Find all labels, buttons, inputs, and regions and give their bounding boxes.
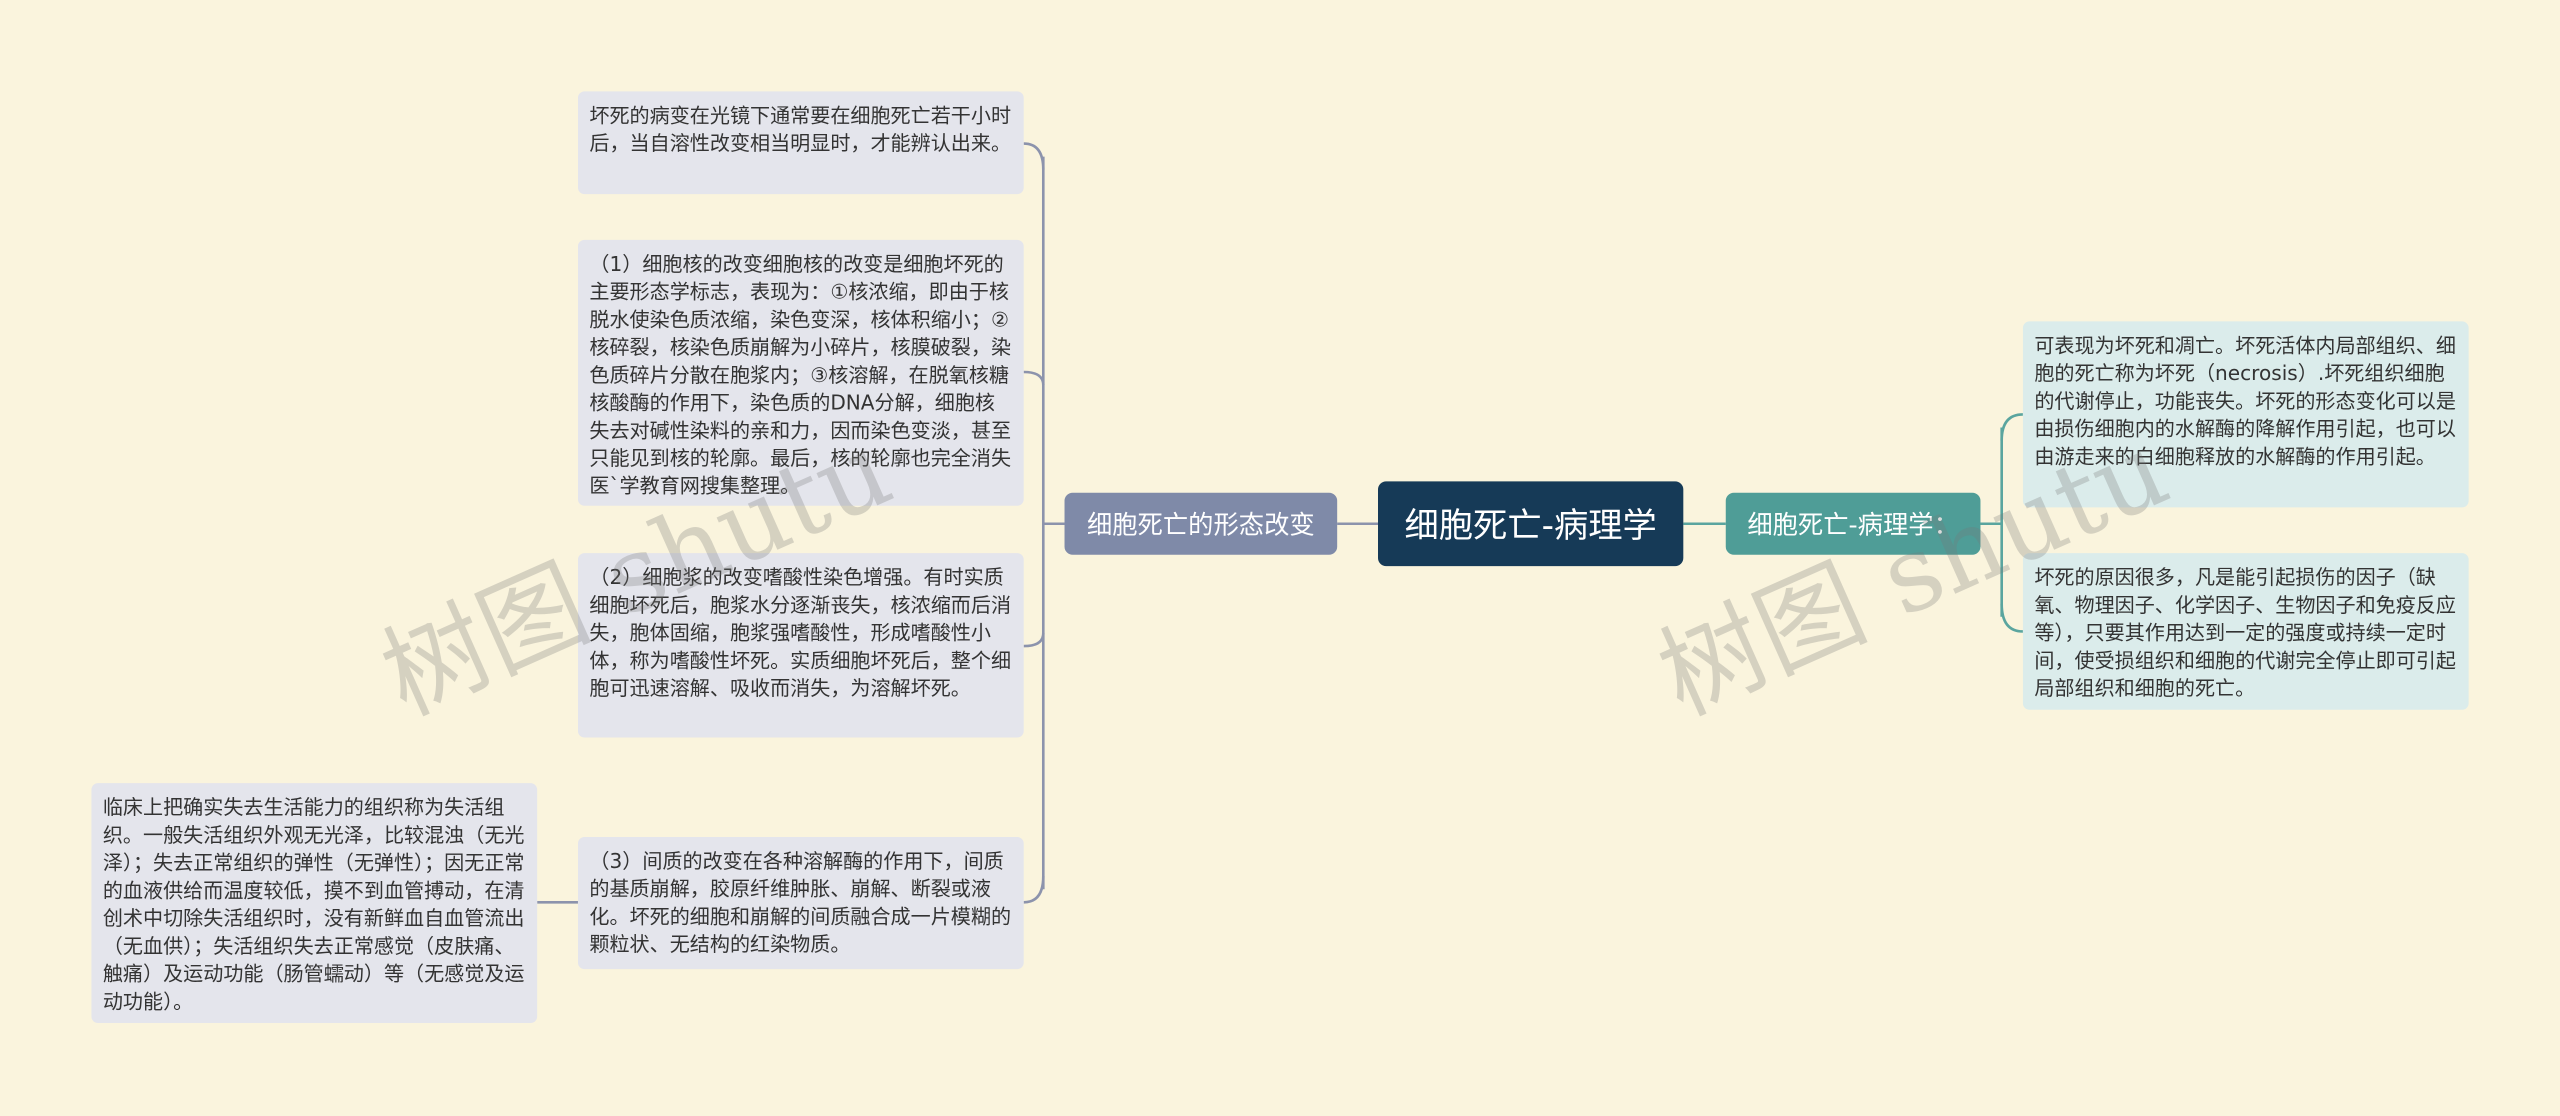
leaf-text: （3）间质的改变在各种溶解酶的作用下，间质的基质崩解，胶原纤维肿胀、崩解、断裂或… (589, 850, 1012, 957)
branch-node-morphology[interactable]: 细胞死亡的形态改变 (1064, 492, 1338, 555)
link-left-child-2 (1023, 370, 1045, 386)
root-node[interactable]: 细胞死亡-病理学 (1377, 481, 1684, 567)
leaf-text: （1）细胞核的改变细胞核的改变是细胞坏死的主要形态学标志，表现为：①核浓缩，即由… (589, 252, 1012, 498)
link-right-child-1 (2000, 413, 2023, 441)
branch-label-morphology: 细胞死亡的形态改变 (1086, 510, 1315, 541)
link-left-trunk (1041, 156, 1065, 890)
link-right-child-2 (2000, 603, 2023, 633)
leaf-node-necrosis-causes[interactable]: 坏死的原因很多，凡是能引起损伤的因子（缺氧、物理因子、化学因子、生物因子和免疫反… (2022, 553, 2469, 710)
leaf-text: 坏死的原因很多，凡是能引起损伤的因子（缺氧、物理因子、化学因子、生物因子和免疫反… (2034, 566, 2456, 700)
leaf-node-cytoplasm-change[interactable]: （2）细胞浆的改变嗜酸性染色增强。有时实质细胞坏死后，胞浆水分逐渐丧失，核浓缩而… (577, 553, 1024, 738)
link-left-child-4 (1023, 876, 1045, 904)
leaf-node-necrosis-definition[interactable]: 可表现为坏死和凋亡。坏死活体内局部组织、细胞的死亡称为坏死（necrosis）.… (2022, 321, 2469, 508)
leaf-text: 临床上把确实失去生活能力的组织称为失活组织。一般失活组织外观无光泽，比较混浊（无… (102, 796, 525, 1014)
leaf-text: 可表现为坏死和凋亡。坏死活体内局部组织、细胞的死亡称为坏死（necrosis）.… (2034, 334, 2456, 469)
branch-node-pathology[interactable]: 细胞死亡-病理学： (1725, 492, 1981, 555)
root-title: 细胞死亡-病理学 (1404, 505, 1657, 545)
leaf-node-devitalized-tissue[interactable]: 临床上把确实失去生活能力的组织称为失活组织。一般失活组织外观无光泽，比较混浊（无… (91, 783, 538, 1024)
leaf-text: （2）细胞浆的改变嗜酸性染色增强。有时实质细胞坏死后，胞浆水分逐渐丧失，核浓缩而… (589, 566, 1012, 700)
link-left-child-1 (1023, 142, 1045, 170)
branch-label-pathology: 细胞死亡-病理学： (1747, 510, 1959, 541)
link-left-child-3 (1023, 632, 1045, 648)
leaf-node-interstitium-change[interactable]: （3）间质的改变在各种溶解酶的作用下，间质的基质崩解，胶原纤维肿胀、崩解、断裂或… (577, 837, 1024, 970)
mind-map-canvas: 细胞死亡-病理学 细胞死亡的形态改变 细胞死亡-病理学： 坏死的病变在光镜下通常… (0, 0, 2560, 1116)
leaf-node-nucleus-change[interactable]: （1）细胞核的改变细胞核的改变是细胞坏死的主要形态学标志，表现为：①核浓缩，即由… (577, 239, 1024, 506)
link-right-trunk (1980, 427, 2003, 617)
leaf-text: 坏死的病变在光镜下通常要在细胞死亡若干小时后，当自溶性改变相当明显时，才能辨认出… (589, 104, 1012, 156)
leaf-node-light-microscope[interactable]: 坏死的病变在光镜下通常要在细胞死亡若干小时后，当自溶性改变相当明显时，才能辨认出… (577, 91, 1024, 195)
